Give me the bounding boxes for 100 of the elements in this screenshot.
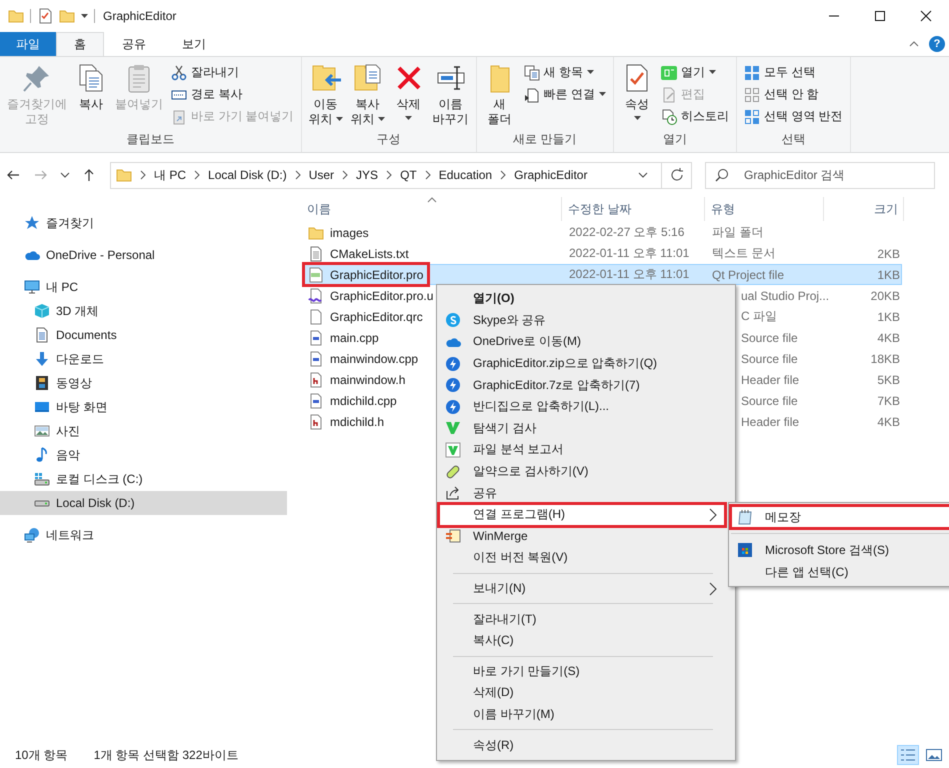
file-type: Source file [740,330,798,344]
breadcrumb-item[interactable]: Education [438,168,492,182]
nav-item[interactable]: 네트워크 [0,523,287,547]
file-type: Header file [740,414,800,428]
file-type: Source file [740,394,798,408]
file-size: 4KB [877,330,900,344]
ribbon-button[interactable]: 선택 영역 반전 [741,106,846,127]
menu-item[interactable]: 파일 분석 보고서 [439,439,725,461]
project-file-icon [308,266,324,282]
menu-item[interactable]: 탐색기 검사 [439,418,725,440]
menu-item[interactable]: 속성(R) [439,734,725,756]
menu-item[interactable]: Skype와 공유 [439,310,725,332]
ribbon-tab[interactable]: 공유 [104,32,164,56]
bolt-icon [445,377,461,394]
view-button[interactable] [897,745,919,765]
file-type: 파일 폴더 [711,224,764,241]
nav-item[interactable]: 음악 [0,443,287,467]
menu-item[interactable]: 삭제(D) [439,682,725,704]
nav-item[interactable]: 3D 개체 [0,299,287,323]
help-button[interactable]: ? [929,36,945,52]
music-note-icon [34,447,50,463]
chevron-right-icon [294,169,302,181]
menu-item[interactable]: 알약으로 검사하기(V) [439,460,725,482]
ribbon-button[interactable]: 잘라내기 [168,62,297,83]
report-icon [445,442,461,458]
ribbon-button[interactable]: 빠른 연결 [520,84,610,105]
file-icon [308,308,324,324]
chevron-right-icon [385,169,394,181]
column-header[interactable]: 이름 [304,197,562,221]
file-size: 20KB [870,288,900,302]
menu-item[interactable]: GraphicEditor.7z로 압축하기(7) [439,374,725,396]
maximize-icon [874,10,886,22]
window-title: GraphicEditor [103,9,176,23]
chevron-right-icon [709,508,717,522]
nav-item[interactable]: 다운로드 [0,347,287,371]
ribbon-button[interactable]: 새 항목 [520,62,610,83]
ribbon-button[interactable]: 이름 바꾸기 [430,60,472,131]
ribbon-button[interactable]: 삭제 [390,60,428,131]
ribbon-tab[interactable]: 홈 [56,32,104,56]
ribbon-button[interactable]: 열기 [658,62,732,83]
chevron-right-icon [193,169,202,181]
nav-item[interactable]: Local Disk (D:) [0,491,287,515]
column-header[interactable]: 유형 [705,197,824,221]
menu-item[interactable]: 보내기(N) [439,578,725,600]
address-bar[interactable]: 내 PC Local Disk (D:) User JYS QT Education GraphicEditor [110,162,692,188]
breadcrumb-item[interactable]: GraphicEditor [514,168,588,182]
ribbon-button[interactable]: 복사 [72,60,110,131]
menu-item[interactable]: WinMerge [439,526,725,548]
nav-item[interactable]: 로컬 디스크 (C:) [0,467,287,491]
menu-item[interactable]: 잘라내기(T) [439,608,725,630]
ribbon-button[interactable]: 이동 위치 [306,60,346,131]
breadcrumb-item[interactable]: 내 PC [154,166,186,184]
ribbon-button[interactable]: 선택 안 함 [741,84,846,105]
menu-item[interactable]: 다른 앱 선택(C) [731,561,949,583]
scissors-icon [171,64,187,80]
folder-icon [59,8,75,24]
file-tab[interactable]: 파일 [0,32,56,56]
menu-item[interactable]: 반디집으로 압축하기(L)... [439,396,725,418]
breadcrumb-item[interactable]: JYS [356,168,378,182]
column-header[interactable]: 크기 [824,197,904,221]
menu-item[interactable]: OneDrive로 이동(M) [439,331,725,353]
column-header[interactable]: 수정한 날짜 [562,197,705,221]
menu-item[interactable]: 바로 가기 만들기(S) [439,660,725,682]
menu-item[interactable]: 복사(C) [439,630,725,652]
menu-item[interactable]: GraphicEditor.zip으로 압축하기(Q) [439,352,725,374]
nav-item[interactable]: OneDrive - Personal [0,243,287,267]
ribbon-button[interactable]: 모두 선택 [741,62,846,83]
group-label: 열기 [662,131,688,148]
ribbon-button[interactable]: 복사 위치 [348,60,388,131]
app-icon [661,64,678,80]
desktop-icon [34,399,50,415]
ribbon-button[interactable]: 히스토리 [658,106,732,127]
menu-item[interactable]: 메모장 [731,506,949,528]
ribbon-button[interactable]: 새 폴더 [480,60,519,131]
nav-item[interactable]: 동영상 [0,371,287,395]
ribbon-button[interactable]: 경로 복사 [168,84,297,105]
menu-item[interactable]: 공유 [439,482,725,504]
menu-item[interactable]: 연결 프로그램(H) [439,504,725,526]
breadcrumb-item[interactable]: Local Disk (D:) [208,168,287,182]
ribbon-button[interactable]: 속성 [618,60,656,131]
breadcrumb-item[interactable]: User [308,168,334,182]
nav-item[interactable]: 바탕 화면 [0,395,287,419]
menu-item[interactable]: 열기(O) [439,288,725,310]
item-count: 10개 항목 [15,746,68,764]
documents-icon [524,64,540,80]
breadcrumb-item[interactable]: QT [400,168,417,182]
menu-item[interactable]: 이름 바꾸기(M) [439,704,725,726]
nav-item[interactable]: 즐겨찾기 [0,211,287,235]
nav-item[interactable]: Documents [0,323,287,347]
drive-icon [34,471,50,487]
search-field[interactable]: GraphicEditor 검색 [705,162,935,188]
file-row[interactable]: GraphicEditor.pro 2022-01-11 오후 11:01 Qt Project file 1KB [304,264,902,285]
menu-item[interactable]: 이전 버전 복원(V) [439,547,725,569]
ribbon-tab[interactable]: 보기 [164,32,224,56]
nav-item[interactable]: 사진 [0,419,287,443]
select-none-icon [744,86,760,102]
nav-item[interactable]: 내 PC [0,275,287,299]
file-size: 1KB [877,310,900,324]
file-name: mainwindow.h [330,372,406,386]
menu-item[interactable]: Microsoft Store 검색(S) [731,539,949,561]
